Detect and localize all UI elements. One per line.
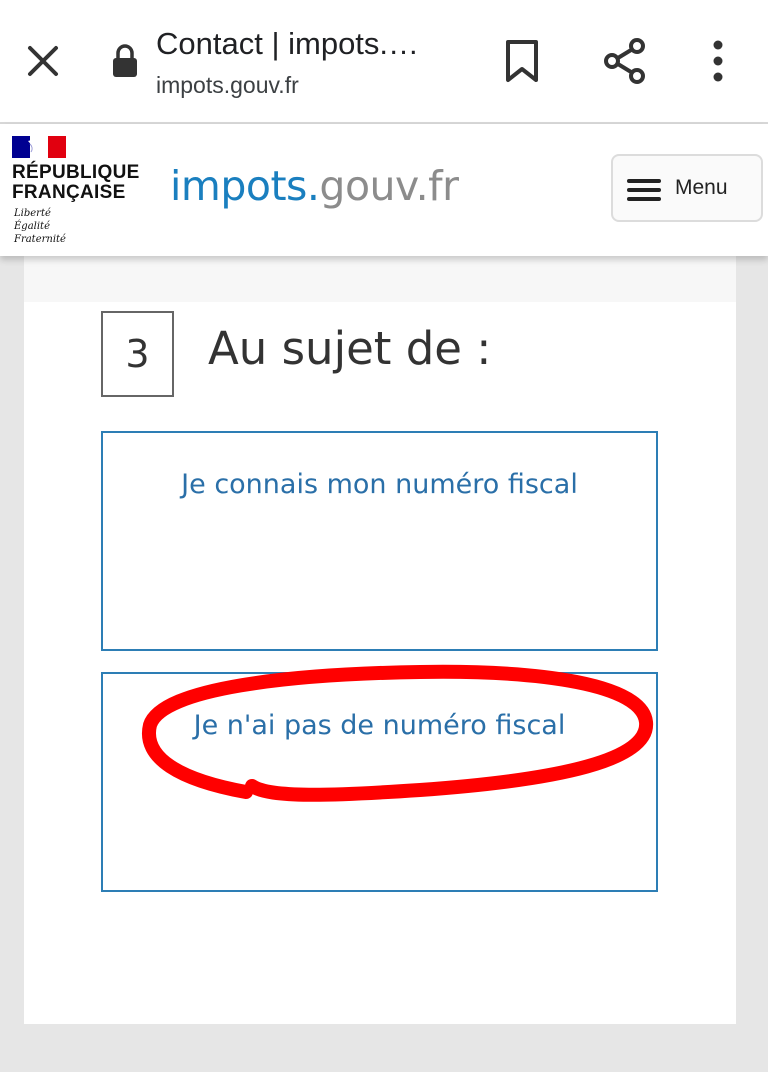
contact-form-card: 3 Au sujet de : Je connais mon numéro fi… — [24, 256, 736, 1024]
step-number-badge: 3 — [101, 311, 174, 397]
card-top-area — [24, 256, 736, 302]
site-header: RÉPUBLIQUE FRANÇAISE Liberté Égalité Fra… — [0, 124, 768, 256]
page-title[interactable]: Contact | impots.… — [156, 26, 456, 62]
impots-gouv-logo[interactable]: impots.gouv.fr — [170, 162, 459, 210]
share-icon[interactable] — [600, 36, 650, 86]
motto-egalite: Égalité — [14, 221, 50, 232]
browser-toolbar: Contact | impots.… impots.gouv.fr — [0, 0, 768, 124]
option-label: Je n'ai pas de numéro fiscal — [193, 710, 566, 741]
menu-label: Menu — [675, 176, 728, 199]
francaise-label: FRANÇAISE — [12, 182, 126, 203]
step-heading: Au sujet de : — [208, 322, 492, 375]
motto-fraternite: Fraternité — [14, 234, 66, 245]
lock-icon — [113, 44, 137, 77]
brand-part-gouv: gouv.fr — [319, 162, 459, 210]
menu-button[interactable]: Menu — [611, 154, 763, 222]
marianne-flag-logo — [12, 136, 66, 158]
option-label: Je connais mon numéro fiscal — [181, 469, 578, 500]
hamburger-menu-icon — [627, 179, 661, 201]
bookmark-icon[interactable] — [502, 38, 542, 84]
more-options-icon[interactable] — [702, 36, 734, 86]
republique-label: RÉPUBLIQUE — [12, 162, 140, 183]
close-icon[interactable] — [22, 40, 64, 82]
brand-part-impots: impots. — [170, 162, 320, 210]
page-url[interactable]: impots.gouv.fr — [156, 72, 299, 99]
option-know-tax-number[interactable]: Je connais mon numéro fiscal — [101, 431, 658, 651]
option-no-tax-number[interactable]: Je n'ai pas de numéro fiscal — [101, 672, 658, 892]
motto-liberte: Liberté — [14, 208, 51, 219]
